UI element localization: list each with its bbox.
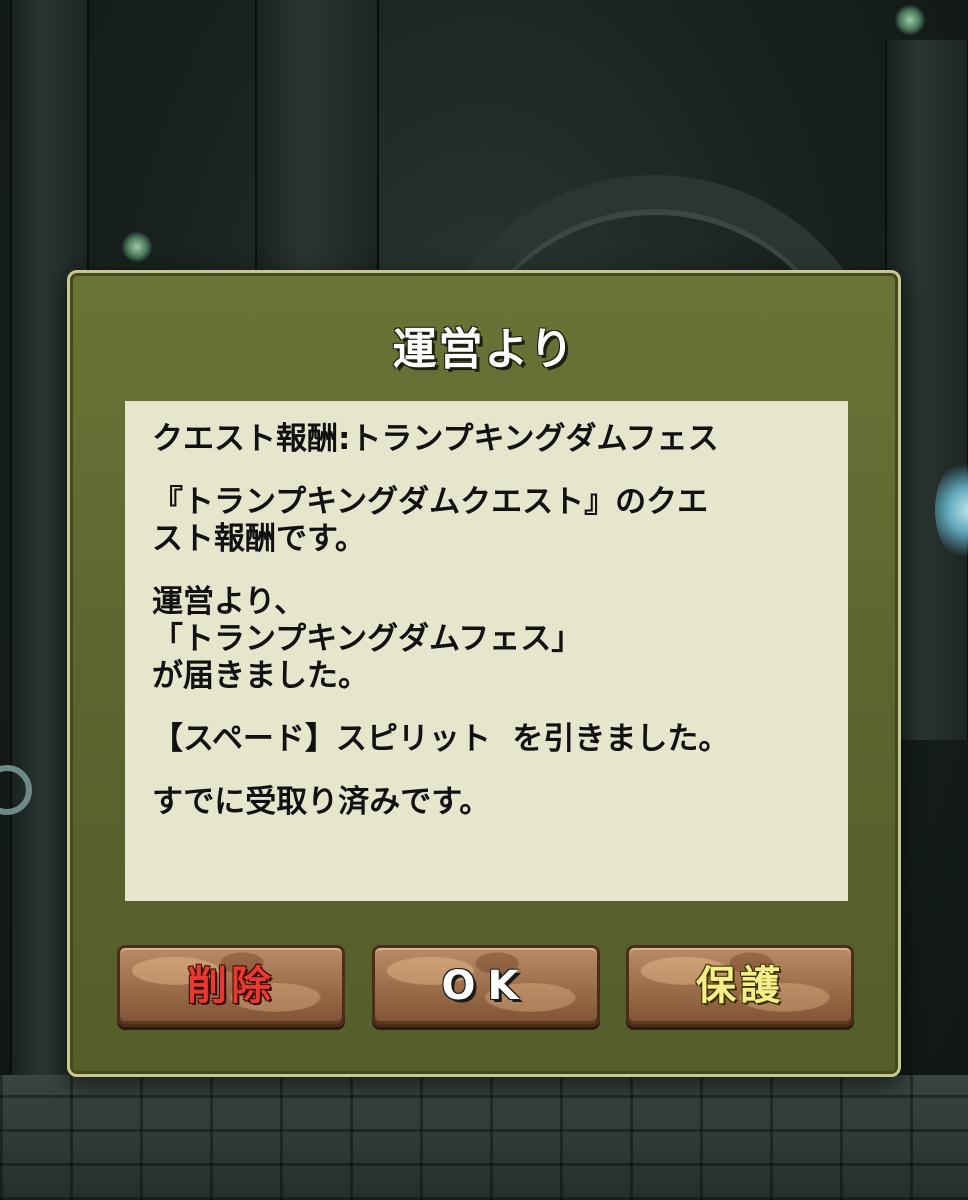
game-screen: 運営より クエスト報酬:トランプキングダムフェス 『トランプキングダムクエスト』… <box>0 0 968 1200</box>
delete-button[interactable]: 削除 <box>117 945 345 1027</box>
wall-lamp-icon <box>895 5 925 35</box>
message-paragraph: 『トランプキングダムクエスト』のクエ スト報酬です。 <box>152 484 709 557</box>
protect-button[interactable]: 保護 <box>626 945 854 1027</box>
stone-floor <box>0 1075 968 1200</box>
ok-button[interactable]: OK <box>372 945 600 1027</box>
dialog-title: 運営より <box>392 324 576 375</box>
message-body: クエスト報酬:トランプキングダムフェス 『トランプキングダムクエスト』のクエ ス… <box>125 401 848 901</box>
message-paragraph: 運営より、 「トランプキングダムフェス」 が届きました。 <box>152 584 583 694</box>
message-status: すでに受取り済みです。 <box>152 784 491 820</box>
message-subject: クエスト報酬:トランプキングダムフェス <box>152 421 719 457</box>
message-paragraph: 【スペード】スピリット を引きました。 <box>152 721 730 757</box>
wall-lamp-icon <box>122 232 152 262</box>
message-dialog: 運営より クエスト報酬:トランプキングダムフェス 『トランプキングダムクエスト』… <box>67 270 901 1077</box>
dialog-button-bar: 削除 OK 保護 <box>70 945 898 1030</box>
